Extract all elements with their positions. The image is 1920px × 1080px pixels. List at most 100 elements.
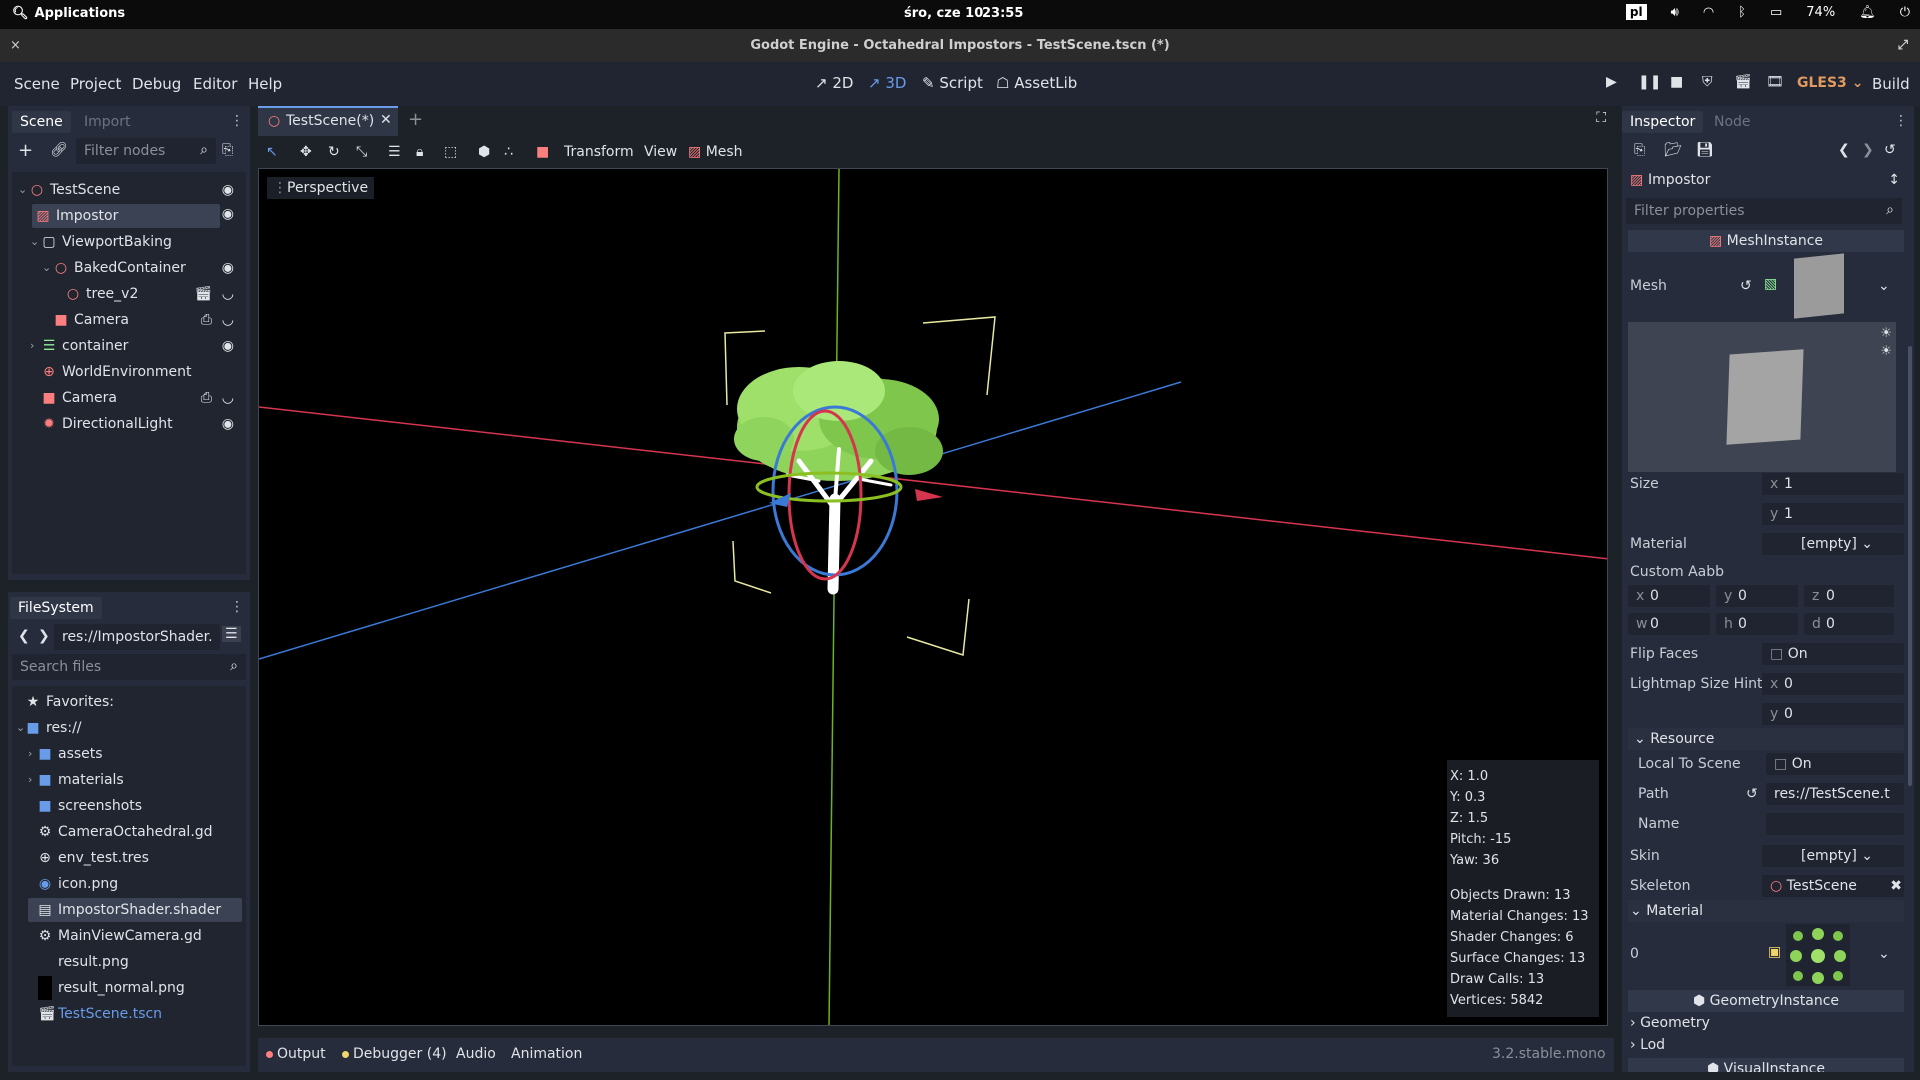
current-path-field[interactable]: res://ImpostorShader. [54,624,220,650]
tree-node-camera-baking[interactable]: ■ Camera ⎙ ◡ [12,308,246,332]
file-item[interactable]: ⚙ CameraOctahedral.gd [12,820,246,844]
rotate-tool-icon[interactable]: ↻ [328,144,340,160]
chevron-right-icon[interactable]: › [28,742,32,766]
workspace-assetlib-button[interactable]: ☖ AssetLib [996,74,1077,92]
transform-menu[interactable]: Transform [564,144,634,160]
menu-editor[interactable]: Editor [193,75,237,93]
lock-icon[interactable]: 🔒︎ [416,144,423,160]
material-thumbnail[interactable] [1786,924,1850,986]
bluetooth-icon[interactable]: ᛒ [1738,5,1746,20]
visibility-eye-icon[interactable]: ◉ [222,178,234,202]
visibility-closed-icon[interactable]: ◡ [222,386,234,410]
tree-node-viewportbaking[interactable]: ⌄ ▢ ViewportBaking [12,230,246,254]
geometryinstance-section-header[interactable]: ⬢ GeometryInstance [1628,990,1904,1012]
tree-node-worldenvironment[interactable]: ⊕ WorldEnvironment [12,360,246,384]
size-y-field[interactable]: y1 [1762,503,1904,525]
material-picker[interactable]: [empty] ⌄ [1762,533,1904,555]
name-field[interactable] [1766,813,1904,835]
play-custom-scene-icon[interactable]: 🎞︎ [1766,74,1784,90]
tree-node-tree-v2[interactable]: ○ tree_v2 🎬︎ ◡ [12,282,246,306]
chevron-down-icon[interactable]: ⌄ [1878,278,1890,294]
path-field[interactable]: res://TestScene.t [1766,783,1904,805]
select-tool-icon[interactable]: ↖ [266,144,278,160]
scale-tool-icon[interactable]: ⤡ [356,144,367,160]
local-space-icon[interactable]: ⬢ [478,144,490,160]
mesh-menu[interactable]: ▨ Mesh [688,144,743,160]
meshinstance-section-header[interactable]: ▨ MeshInstance [1628,230,1904,252]
visibility-eye-icon[interactable]: ◉ [222,412,234,436]
perspective-menu-button[interactable]: ⋮Perspective [267,177,375,199]
tree-node-bakedcontainer[interactable]: ⌄ ○ BakedContainer ◉ [12,256,246,280]
chevron-down-icon[interactable]: ⌄ [42,256,51,280]
clear-icon[interactable]: ✖ [1890,874,1902,898]
file-item[interactable]: 🎬︎ TestScene.tscn [12,1002,246,1026]
folder-item[interactable]: ■ screenshots [12,794,246,818]
skeleton-nodepath-field[interactable]: ○ TestScene [1762,875,1904,897]
tab-scene[interactable]: Scene [12,111,71,133]
open-folder-icon[interactable]: 📂︎ [1664,142,1682,158]
file-item[interactable]: result.png [12,950,246,974]
lightmap-x-field[interactable]: x0 [1762,673,1904,695]
resource-subsection[interactable]: ⌄ Resource [1628,728,1904,750]
tab-output[interactable]: Output [266,1046,326,1062]
play-icon[interactable]: ▶ [1606,74,1617,90]
tab-audio[interactable]: Audio [456,1046,496,1062]
tab-animation[interactable]: Animation [511,1046,582,1062]
aabb-x-field[interactable]: x0 [1628,585,1710,607]
visualinstance-section-header[interactable]: ⬢ VisualInstance [1628,1058,1904,1072]
dock-menu-icon[interactable]: ⋮ [230,599,244,615]
tab-inspector[interactable]: Inspector [1622,111,1704,133]
local-to-scene-checkbox[interactable]: □ On [1766,753,1904,775]
file-item[interactable]: ⊕ env_test.tres [12,846,246,870]
skin-picker[interactable]: [empty] ⌄ [1762,845,1904,867]
volume-icon[interactable]: 🔊︎ [1671,5,1679,20]
tab-node[interactable]: Node [1706,111,1759,133]
res-root-item[interactable]: ⌄ ■ res:// [12,716,246,740]
view-menu[interactable]: View [644,144,677,160]
chevron-down-icon[interactable]: ⌄ [1878,946,1890,962]
link-icon[interactable]: 🔗︎ [50,142,68,158]
favorites-item[interactable]: ★ Favorites: [12,690,246,714]
forward-icon[interactable]: ❯ [38,628,50,644]
clock-time[interactable]: 23:55 [982,6,1023,21]
script-icon[interactable]: ⎙ [201,386,212,410]
light-2-icon[interactable]: ☀ [1880,344,1892,359]
lightmap-y-field[interactable]: y0 [1762,703,1904,725]
folder-item[interactable]: › ■ materials [12,768,246,792]
dock-menu-icon[interactable]: ⋮ [1894,113,1908,129]
chevron-down-icon[interactable]: ⌄ [16,716,25,740]
tree-node-camera[interactable]: ■ Camera ⎙ ◡ [12,386,246,410]
move-tool-icon[interactable]: ✥ [300,144,312,160]
battery-icon[interactable]: ▭ [1770,5,1782,20]
mesh-thumbnail[interactable] [1794,253,1844,319]
new-scene-tab-icon[interactable]: + [408,109,423,130]
tab-debugger[interactable]: Debugger (4) [342,1046,447,1062]
file-item[interactable]: ⚙ MainViewCamera.gd [12,924,246,948]
file-item[interactable]: ◉ icon.png [12,872,246,896]
close-tab-icon[interactable]: ✕ [380,112,392,128]
visibility-eye-icon[interactable]: ◉ [222,256,234,280]
pause-icon[interactable]: ❚❚ [1638,74,1661,90]
menu-scene[interactable]: Scene [14,75,60,93]
chevron-down-icon[interactable]: ⌄ [18,178,27,202]
stop-icon[interactable]: ■ [1670,74,1683,90]
material-subsection[interactable]: ⌄ Material [1628,900,1904,922]
chevron-right-icon[interactable]: › [28,768,32,792]
build-button[interactable]: Build [1872,75,1910,93]
chevron-down-icon[interactable]: ⌄ [30,230,39,254]
object-properties-icon[interactable]: ↕ [1888,172,1900,188]
filter-properties-input[interactable]: Filter properties ⌕ [1626,198,1902,224]
group-icon[interactable]: ⬚ [444,144,457,160]
filter-nodes-input[interactable]: Filter nodes ⌕ [76,138,216,164]
list-select-icon[interactable]: ☰ [388,144,401,160]
menu-project[interactable]: Project [70,75,121,93]
visibility-closed-icon[interactable]: ◡ [222,308,234,332]
workspace-3d-button[interactable]: ↗ 3D [868,74,906,92]
visibility-closed-icon[interactable]: ◡ [222,282,234,306]
lod-subsection[interactable]: › Lod [1628,1034,1904,1056]
history-back-icon[interactable]: ❮ [1838,142,1850,158]
instance-scene-icon[interactable]: ⎘ [222,142,233,158]
notifications-icon[interactable]: 🔔︎ [1859,5,1876,20]
visibility-eye-icon[interactable]: ◉ [222,334,234,358]
split-view-icon[interactable]: ☰ [222,626,241,642]
